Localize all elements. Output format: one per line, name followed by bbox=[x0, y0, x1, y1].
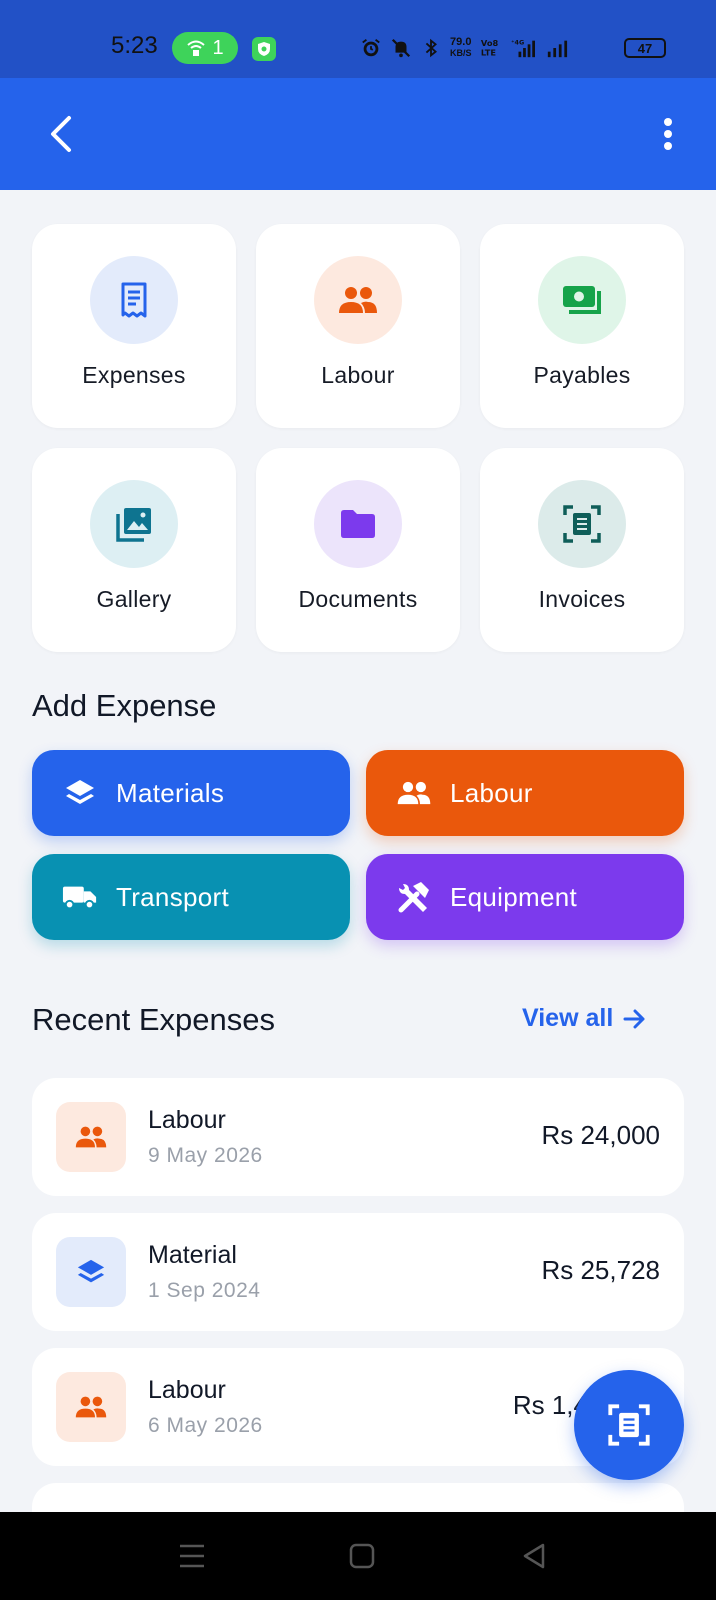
expense-card[interactable]: Material 1 Sep 2024 Rs 25,728 bbox=[32, 1213, 684, 1331]
expense-card[interactable]: Labour 9 May 2026 Rs 24,000 bbox=[32, 1078, 684, 1196]
nav-menu-button[interactable] bbox=[170, 1536, 214, 1576]
people-icon bbox=[75, 1126, 107, 1148]
add-materials-button[interactable]: Materials bbox=[32, 750, 350, 836]
tile-expenses[interactable]: Expenses bbox=[32, 224, 236, 428]
expense-amount: Rs 24,000 bbox=[541, 1120, 660, 1150]
back-triangle-icon bbox=[523, 1543, 545, 1569]
tile-payables[interactable]: Payables bbox=[480, 224, 684, 428]
expense-date: 6 May 2026 bbox=[148, 1414, 263, 1437]
add-equipment-button[interactable]: Equipment bbox=[366, 854, 684, 940]
expense-date: 1 Sep 2024 bbox=[148, 1279, 261, 1302]
gallery-icon bbox=[116, 508, 151, 542]
back-button[interactable] bbox=[36, 108, 86, 160]
tile-icon-bg bbox=[314, 480, 402, 568]
expense-icon-bg bbox=[56, 1237, 126, 1307]
add-labour-label: Labour bbox=[450, 777, 533, 808]
tile-label: Payables bbox=[533, 362, 631, 388]
expense-icon-bg bbox=[56, 1102, 126, 1172]
tile-label: Labour bbox=[321, 362, 395, 388]
hotspot-count: 1 bbox=[212, 36, 224, 59]
net-speed: 79.0 KB/S bbox=[450, 36, 472, 59]
menu-icon bbox=[180, 1544, 204, 1568]
bluetooth-icon bbox=[425, 38, 437, 58]
people-icon bbox=[339, 287, 377, 313]
expense-title: Labour bbox=[148, 1376, 226, 1404]
chevron-left-icon bbox=[51, 116, 71, 152]
add-labour-button[interactable]: Labour bbox=[366, 750, 684, 836]
tile-icon-bg bbox=[314, 256, 402, 344]
vpn-icon bbox=[252, 37, 276, 61]
status-bar: 5:23 1 79.0 KB/S Vo8 LTE ⁺4G 47 bbox=[0, 0, 716, 78]
tile-label: Gallery bbox=[96, 586, 172, 612]
status-time: 5:23 bbox=[111, 32, 158, 59]
view-all-label: View all bbox=[522, 1004, 614, 1032]
battery-level: 47 bbox=[637, 40, 653, 56]
hotspot-indicator: 1 bbox=[172, 32, 238, 64]
recent-expenses-title: Recent Expenses bbox=[32, 1002, 275, 1037]
tile-icon-bg bbox=[90, 480, 178, 568]
layers-icon bbox=[62, 775, 98, 811]
expense-icon-bg bbox=[56, 1372, 126, 1442]
add-transport-button[interactable]: Transport bbox=[32, 854, 350, 940]
view-all-link[interactable]: View all bbox=[522, 1004, 647, 1033]
svg-text:LTE: LTE bbox=[480, 47, 496, 57]
people-icon bbox=[75, 1396, 107, 1418]
add-transport-label: Transport bbox=[116, 881, 229, 912]
expense-title: Material bbox=[148, 1241, 237, 1269]
tile-label: Documents bbox=[298, 586, 418, 612]
more-options-button[interactable] bbox=[646, 108, 690, 160]
nav-back-button[interactable] bbox=[512, 1536, 556, 1576]
battery-indicator: 47 bbox=[624, 38, 666, 58]
truck-icon bbox=[62, 879, 98, 915]
scan-document-icon bbox=[563, 505, 601, 543]
add-expense-title: Add Expense bbox=[32, 688, 217, 723]
receipt-icon bbox=[121, 282, 147, 318]
status-icons: 79.0 KB/S Vo8 LTE ⁺4G bbox=[360, 34, 568, 62]
mute-icon bbox=[391, 38, 411, 58]
home-square-icon bbox=[349, 1543, 375, 1569]
tools-icon bbox=[396, 879, 432, 915]
expense-amount: Rs 25,728 bbox=[541, 1255, 660, 1285]
add-materials-label: Materials bbox=[116, 777, 225, 808]
system-nav-bar bbox=[0, 1512, 716, 1600]
svg-text:⁺4G: ⁺4G bbox=[511, 38, 524, 46]
expense-date: 9 May 2026 bbox=[148, 1144, 263, 1167]
tile-icon-bg bbox=[538, 480, 626, 568]
tile-documents[interactable]: Documents bbox=[256, 448, 460, 652]
tile-labour[interactable]: Labour bbox=[256, 224, 460, 428]
signal-4g-icon: ⁺4G bbox=[511, 38, 535, 58]
signal-icon bbox=[547, 40, 567, 58]
scan-invoice-fab[interactable] bbox=[574, 1370, 684, 1480]
folder-icon bbox=[341, 510, 375, 538]
expense-title: Labour bbox=[148, 1106, 226, 1134]
volte-icon: Vo8LTE bbox=[480, 38, 498, 57]
add-equipment-label: Equipment bbox=[450, 881, 577, 912]
app-bar bbox=[0, 78, 716, 190]
tile-icon-bg bbox=[90, 256, 178, 344]
cash-icon bbox=[563, 286, 601, 314]
alarm-icon bbox=[362, 39, 380, 57]
arrow-right-icon bbox=[623, 1009, 645, 1028]
nav-home-button[interactable] bbox=[340, 1536, 384, 1576]
scan-document-icon bbox=[608, 1404, 650, 1446]
tile-gallery[interactable]: Gallery bbox=[32, 448, 236, 652]
tile-invoices[interactable]: Invoices bbox=[480, 448, 684, 652]
tile-label: Invoices bbox=[538, 586, 626, 612]
tile-label: Expenses bbox=[82, 362, 186, 388]
people-icon bbox=[396, 775, 432, 811]
hotspot-icon bbox=[187, 40, 206, 56]
more-vertical-icon bbox=[664, 118, 672, 150]
tile-icon-bg bbox=[538, 256, 626, 344]
layers-icon bbox=[77, 1259, 105, 1283]
